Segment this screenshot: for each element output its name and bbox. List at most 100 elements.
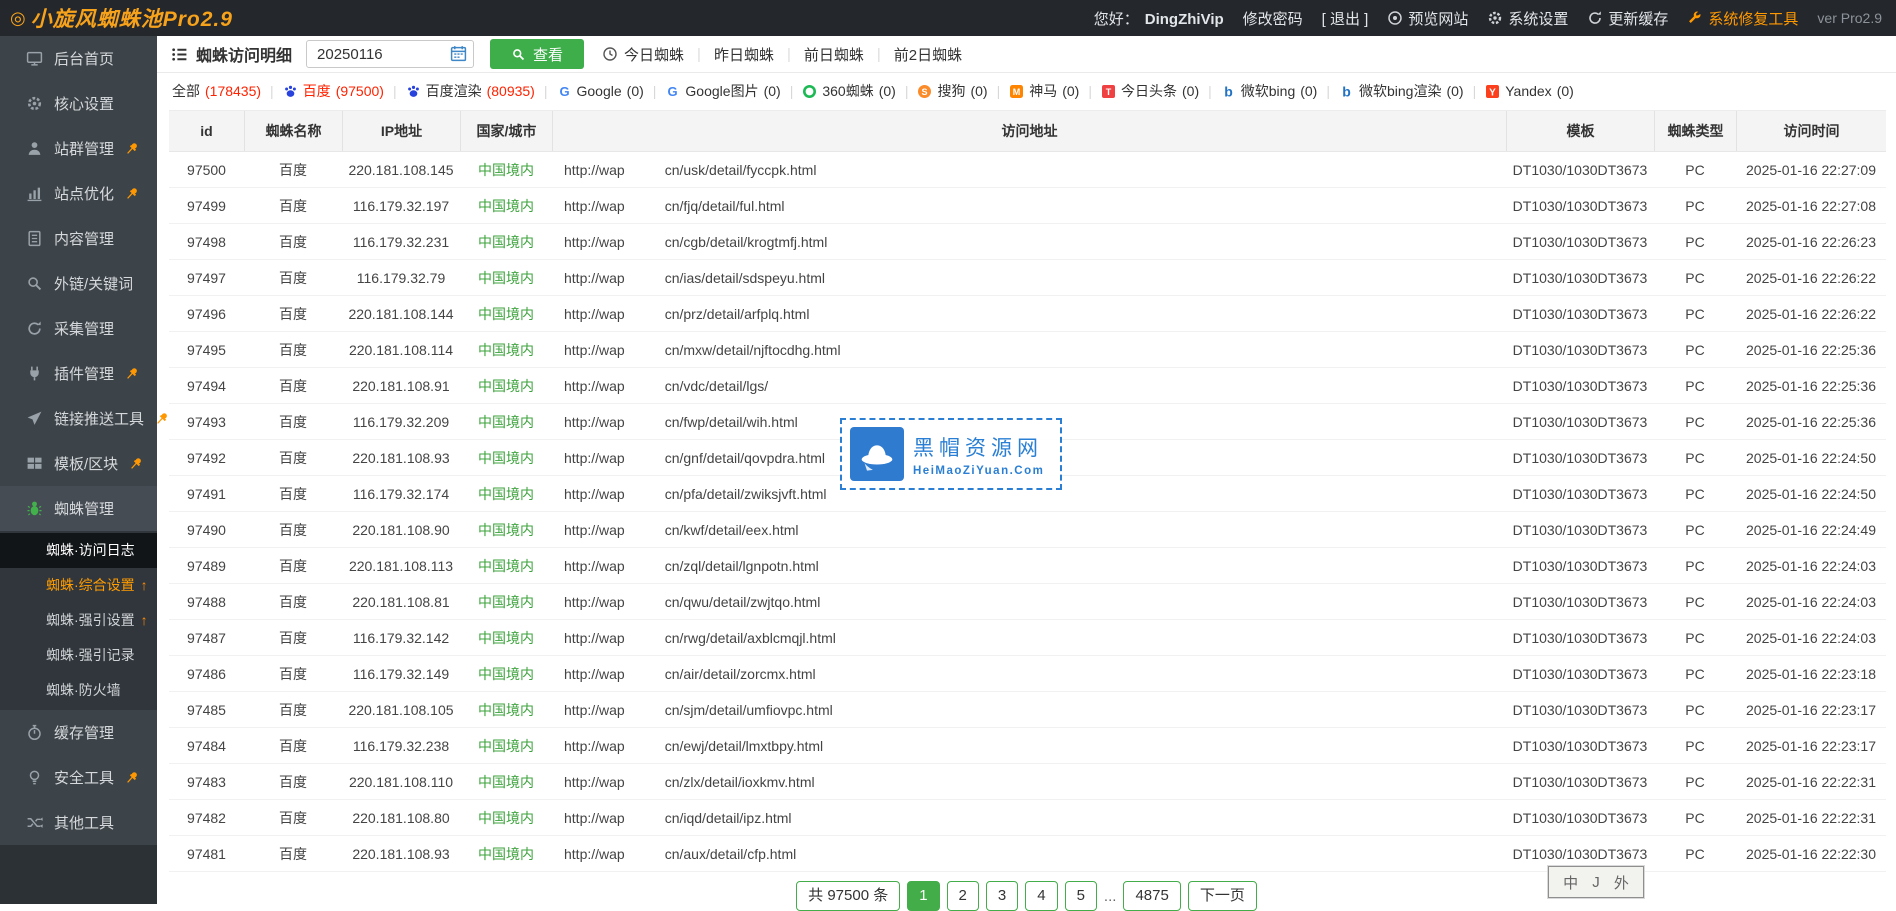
- sogou-icon: S: [917, 84, 932, 99]
- url-path: cn/cgb/detail/krogtmfj.html: [665, 234, 828, 250]
- sidebar-item-10[interactable]: 模板/区块: [0, 441, 157, 486]
- filter-baidu-render[interactable]: 百度渲染(80935): [406, 81, 535, 101]
- filter-label: 微软bing: [1241, 81, 1295, 101]
- svg-text:Y: Y: [1489, 87, 1496, 98]
- cell-region: 中国境内: [460, 304, 552, 324]
- sidebar-item-9[interactable]: 链接推送工具: [0, 396, 157, 441]
- filter-all[interactable]: 全部(178435): [172, 81, 261, 101]
- sidebar-item-4[interactable]: 站点优化: [0, 171, 157, 216]
- submenu-item[interactable]: 蜘蛛·防火墙: [0, 673, 157, 708]
- table-row: 97486百度116.179.32.149中国境内http://wapcn/ai…: [169, 656, 1886, 692]
- sidebar-item-6[interactable]: 外链/关键词: [0, 261, 157, 306]
- search-icon: [26, 275, 43, 292]
- submenu-item[interactable]: 蜘蛛·强引记录: [0, 638, 157, 673]
- sidebar-item-bottom-2[interactable]: 安全工具: [0, 755, 157, 800]
- url-prefix: http://wap: [564, 774, 625, 790]
- filter-baidu[interactable]: 百度(97500): [283, 81, 384, 101]
- cell-visit-time: 2025-01-16 22:22:31: [1736, 774, 1886, 790]
- cell-ip: 116.179.32.149: [342, 666, 460, 682]
- page-ellipsis: ...: [1104, 888, 1117, 905]
- change-password-link[interactable]: 修改密码: [1243, 8, 1303, 29]
- url-path: cn/rwg/detail/axblcmqjl.html: [665, 630, 836, 646]
- table-body: 97500百度220.181.108.145中国境内http://wapcn/u…: [169, 152, 1886, 872]
- cell-spider-name: 百度: [244, 304, 342, 324]
- sidebar-item-2[interactable]: 核心设置: [0, 81, 157, 126]
- sidebar-item-label: 缓存管理: [54, 722, 114, 743]
- filter-yandex[interactable]: YYandex(0): [1485, 83, 1574, 99]
- sidebar-item-label: 内容管理: [54, 228, 114, 249]
- sidebar-item-label: 采集管理: [54, 318, 114, 339]
- quick-link-2[interactable]: 昨日蜘蛛: [714, 44, 774, 65]
- filter-bing[interactable]: b微软bing(0): [1221, 81, 1318, 101]
- cell-template: DT1030/1030DT3673: [1506, 234, 1654, 250]
- submenu-item[interactable]: 蜘蛛·访问日志: [0, 533, 157, 568]
- cell-spider-name: 百度: [244, 700, 342, 720]
- logout-link[interactable]: [ 退出 ]: [1322, 8, 1369, 29]
- cell-url: http://wapcn/vdc/detail/lgs/: [552, 376, 1506, 396]
- repair-tool-link[interactable]: 系统修复工具: [1687, 8, 1798, 29]
- system-settings-link[interactable]: 系统设置: [1487, 8, 1568, 29]
- filter-count: (0): [1300, 83, 1317, 99]
- quick-link-4[interactable]: 前2日蜘蛛: [894, 44, 962, 65]
- page-button-1[interactable]: 1: [907, 881, 939, 911]
- url-path: cn/vdc/detail/lgs/: [665, 378, 769, 394]
- page-button-4875[interactable]: 4875: [1123, 881, 1180, 911]
- sidebar-item-bottom-3[interactable]: 其他工具: [0, 800, 157, 845]
- monitor-icon: [26, 50, 43, 67]
- page-button-4[interactable]: 4: [1025, 881, 1057, 911]
- url-redacted-domain: [625, 556, 665, 576]
- cell-spider-type: PC: [1654, 666, 1736, 682]
- cell-visit-time: 2025-01-16 22:26:23: [1736, 234, 1886, 250]
- filter-toutiao[interactable]: T今日头条(0): [1101, 81, 1199, 101]
- filter-google-image[interactable]: GGoogle图片(0): [665, 81, 780, 101]
- cell-spider-type: PC: [1654, 234, 1736, 250]
- svg-text:G: G: [559, 84, 569, 99]
- sidebar-item-8[interactable]: 插件管理: [0, 351, 157, 396]
- sidebar-item-3[interactable]: 站群管理: [0, 126, 157, 171]
- url-redacted-domain: [625, 628, 665, 648]
- filter-bing-render[interactable]: b微软bing渲染(0): [1339, 81, 1464, 101]
- view-button[interactable]: 查看: [490, 39, 584, 69]
- cell-region: 中国境内: [460, 412, 552, 432]
- url-path: cn/kwf/detail/eex.html: [665, 522, 799, 538]
- watermark-title: 黑帽资源网: [913, 432, 1044, 462]
- cell-visit-time: 2025-01-16 22:24:03: [1736, 630, 1886, 646]
- ime-toolbar[interactable]: 中J外: [1548, 866, 1644, 898]
- sidebar-item-5[interactable]: 内容管理: [0, 216, 157, 261]
- page-button-5[interactable]: 5: [1065, 881, 1097, 911]
- cell-template: DT1030/1030DT3673: [1506, 630, 1654, 646]
- cell-visit-time: 2025-01-16 22:27:08: [1736, 198, 1886, 214]
- filter-label: 360蜘蛛: [822, 81, 873, 101]
- page-button-3[interactable]: 3: [986, 881, 1018, 911]
- cell-url: http://wapcn/air/detail/zorcmx.html: [552, 664, 1506, 684]
- submenu-item[interactable]: 蜘蛛·强引设置↑: [0, 603, 157, 638]
- filter-360[interactable]: 360蜘蛛(0): [802, 81, 895, 101]
- quick-link-1[interactable]: 今日蜘蛛: [602, 44, 684, 65]
- cell-template: DT1030/1030DT3673: [1506, 198, 1654, 214]
- page-button-2[interactable]: 2: [947, 881, 979, 911]
- sidebar-item-7[interactable]: 采集管理: [0, 306, 157, 351]
- baidu-render-icon: [406, 84, 421, 99]
- url-path: cn/iqd/detail/ipz.html: [665, 810, 792, 826]
- submenu-item[interactable]: 蜘蛛·综合设置↑: [0, 568, 157, 603]
- url-redacted-domain: [625, 196, 665, 216]
- cell-region: 中国境内: [460, 664, 552, 684]
- preview-site-link[interactable]: 预览网站: [1387, 8, 1468, 29]
- refresh-cache-link[interactable]: 更新缓存: [1587, 8, 1668, 29]
- filter-sogou[interactable]: S搜狗(0): [917, 81, 987, 101]
- sidebar-item-1[interactable]: 后台首页: [0, 36, 157, 81]
- filter-shenma[interactable]: M神马(0): [1009, 81, 1079, 101]
- sidebar-item-bottom-1[interactable]: 缓存管理: [0, 710, 157, 755]
- date-input[interactable]: [306, 40, 474, 68]
- cell-region: 中国境内: [460, 772, 552, 792]
- sidebar-item-11[interactable]: 蜘蛛管理: [0, 486, 157, 531]
- cell-id: 97494: [169, 378, 244, 394]
- next-page-button[interactable]: 下一页: [1188, 881, 1257, 911]
- filter-label: Google图片: [685, 81, 758, 101]
- quick-link-3[interactable]: 前日蜘蛛: [804, 44, 864, 65]
- cell-id: 97487: [169, 630, 244, 646]
- cell-spider-name: 百度: [244, 664, 342, 684]
- filter-google[interactable]: GGoogle(0): [557, 83, 644, 99]
- cell-template: DT1030/1030DT3673: [1506, 306, 1654, 322]
- calendar-icon[interactable]: [450, 45, 467, 62]
